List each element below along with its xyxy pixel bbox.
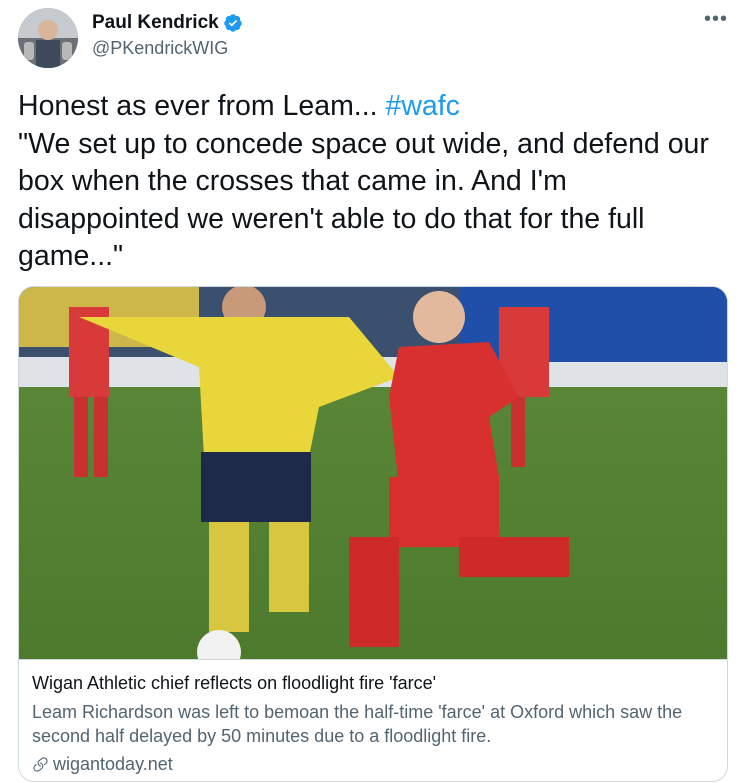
hashtag-link[interactable]: #wafc — [385, 90, 459, 122]
link-card[interactable]: Wigan Athletic chief reflects on floodli… — [18, 286, 728, 782]
card-title[interactable]: Wigan Athletic chief reflects on floodli… — [32, 673, 436, 694]
card-body: Wigan Athletic chief reflects on floodli… — [19, 659, 727, 781]
name-row: Paul Kendrick — [92, 12, 243, 34]
tweet-line-1: Honest as ever from Leam... #wafc — [18, 88, 728, 126]
user-handle[interactable]: @PKendrickWIG — [92, 38, 228, 59]
avatar-photo — [18, 8, 78, 68]
card-domain-label: wigantoday.net — [53, 754, 173, 774]
tweet-intro-text: Honest as ever from Leam... — [18, 90, 386, 122]
football-match-photo — [19, 287, 727, 659]
display-name[interactable]: Paul Kendrick — [92, 12, 219, 34]
tweet-text: Honest as ever from Leam... #wafc "We se… — [18, 88, 728, 276]
tweet-quote: "We set up to concede space out wide, an… — [18, 127, 709, 273]
link-icon — [33, 757, 48, 772]
user-avatar[interactable] — [18, 8, 78, 68]
card-description: Leam Richardson was left to bemoan the h… — [32, 702, 683, 746]
verified-badge-icon — [223, 14, 242, 32]
more-options-button[interactable]: ••• — [704, 9, 728, 29]
card-domain[interactable]: wigantoday.net — [32, 754, 173, 775]
tweet-header: Paul Kendrick @PKendrickWIG ••• — [18, 8, 728, 68]
